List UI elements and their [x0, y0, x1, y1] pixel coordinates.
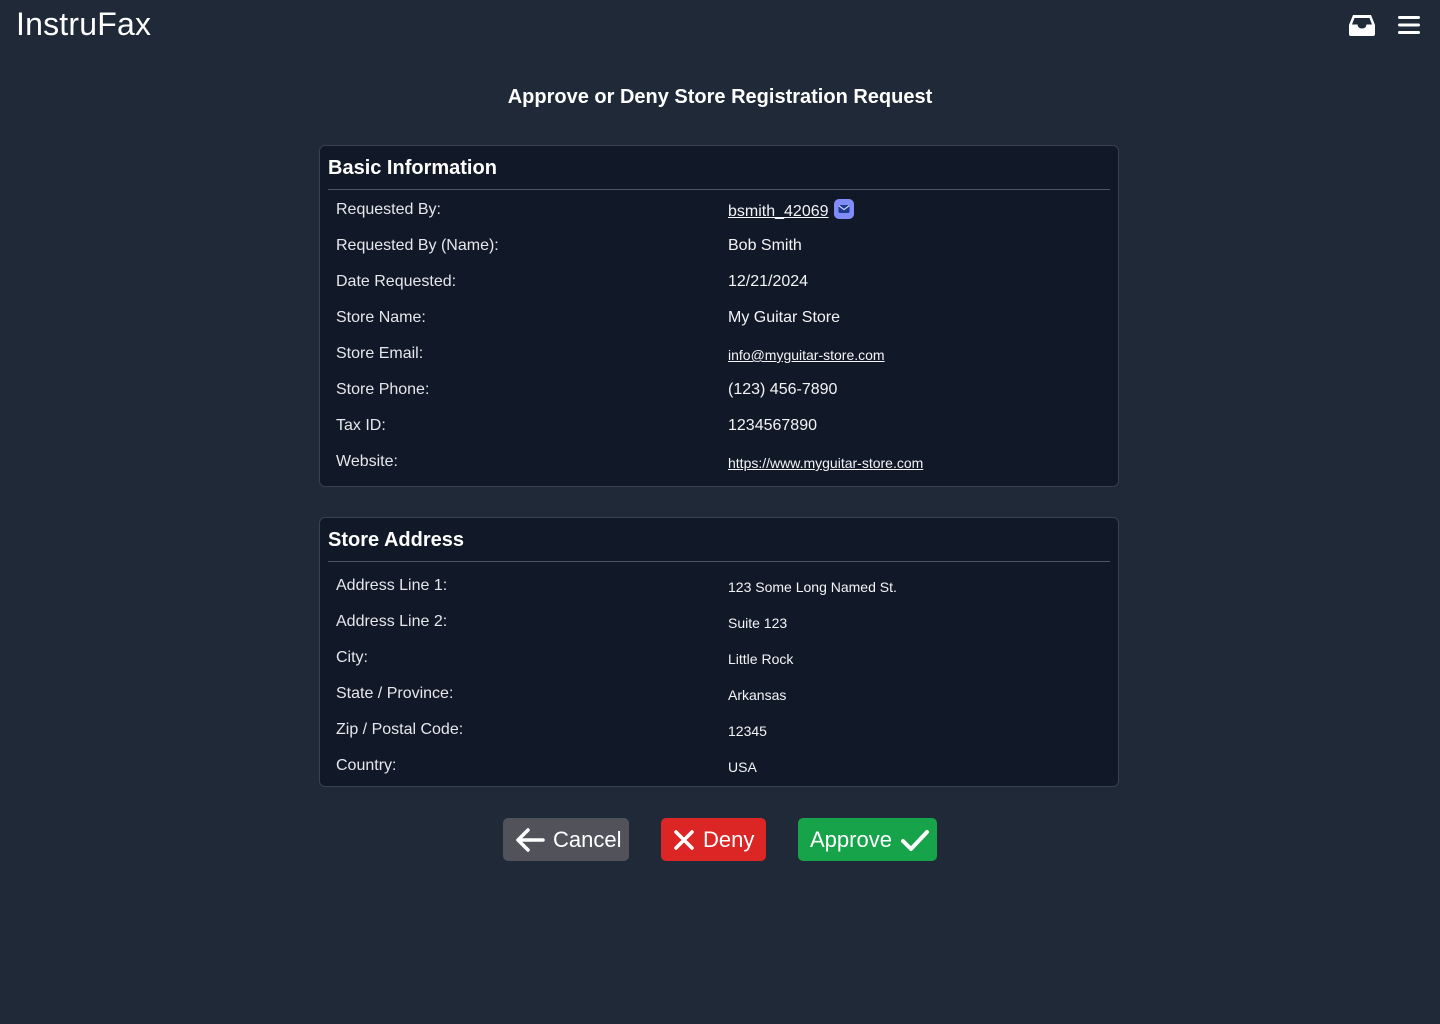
address-line1-row: Address Line 1: 123 Some Long Named St. — [320, 568, 1118, 604]
date-requested-value: 12/21/2024 — [728, 273, 809, 290]
requested-by-name-value: Bob Smith — [728, 237, 802, 254]
city-value: Little Rock — [728, 651, 794, 667]
requested-by-value: bsmith_42069 — [728, 199, 854, 221]
zip-row: Zip / Postal Code: 12345 — [320, 712, 1118, 748]
country-value: USA — [728, 759, 757, 775]
approve-button-label: Approve — [810, 826, 892, 852]
store-phone-row: Store Phone: (123) 456-7890 — [320, 372, 1118, 408]
deny-button[interactable]: Deny — [661, 818, 766, 861]
store-email-row: Store Email: info@myguitar-store.com — [320, 336, 1118, 372]
state-label: State / Province: — [336, 685, 454, 702]
requested-by-label: Requested By: — [336, 201, 441, 218]
website-label: Website: — [336, 453, 398, 470]
store-address-card: Store Address Address Line 1: 123 Some L… — [319, 517, 1119, 787]
x-icon — [674, 829, 694, 850]
address-line2-row: Address Line 2: Suite 123 — [320, 604, 1118, 640]
store-name-label: Store Name: — [336, 309, 426, 326]
requested-by-row: Requested By: bsmith_42069 — [320, 192, 1118, 228]
top-bar: InstruFax — [0, 0, 1440, 52]
address-line1-value: 123 Some Long Named St. — [728, 579, 897, 595]
cancel-button[interactable]: Cancel — [503, 818, 629, 861]
store-name-row: Store Name: My Guitar Store — [320, 300, 1118, 336]
message-user-icon[interactable] — [833, 199, 854, 219]
approve-button[interactable]: Approve — [798, 818, 937, 861]
address-line2-value: Suite 123 — [728, 615, 788, 631]
address-line1-label: Address Line 1: — [336, 577, 448, 594]
website-row: Website: https://www.myguitar-store.com — [320, 444, 1118, 480]
city-row: City: Little Rock — [320, 640, 1118, 676]
zip-value: 12345 — [728, 723, 767, 739]
requested-by-user-link[interactable]: bsmith_42069 — [728, 203, 829, 220]
requested-by-name-row: Requested By (Name): Bob Smith — [320, 228, 1118, 264]
date-requested-label: Date Requested: — [336, 273, 457, 290]
website-value: https://www.myguitar-store.com — [728, 455, 923, 471]
basic-information-heading: Basic Information — [328, 146, 1110, 190]
tax-id-value: 1234567890 — [728, 417, 817, 434]
country-label: Country: — [336, 757, 397, 774]
app-logo[interactable]: InstruFax — [16, 6, 151, 43]
tax-id-label: Tax ID: — [336, 417, 386, 434]
basic-information-card: Basic Information Requested By: bsmith_4… — [319, 145, 1119, 487]
hamburger-menu-icon[interactable] — [1396, 12, 1422, 38]
arrow-left-icon — [516, 827, 545, 852]
country-row: Country: USA — [320, 748, 1118, 784]
inbox-icon[interactable] — [1348, 12, 1376, 38]
checkmark-icon — [900, 829, 929, 851]
requested-by-name-label: Requested By (Name): — [336, 237, 499, 254]
deny-button-label: Deny — [703, 826, 755, 852]
tax-id-row: Tax ID: 1234567890 — [320, 408, 1118, 444]
city-label: City: — [336, 649, 368, 666]
store-phone-value: (123) 456-7890 — [728, 381, 838, 398]
state-row: State / Province: Arkansas — [320, 676, 1118, 712]
address-line2-label: Address Line 2: — [336, 613, 448, 630]
website-link[interactable]: https://www.myguitar-store.com — [728, 455, 923, 471]
store-name-value: My Guitar Store — [728, 309, 841, 326]
zip-label: Zip / Postal Code: — [336, 721, 464, 738]
store-email-label: Store Email: — [336, 345, 424, 362]
store-email-link[interactable]: info@myguitar-store.com — [728, 347, 885, 363]
store-email-value: info@myguitar-store.com — [728, 347, 885, 363]
date-requested-row: Date Requested: 12/21/2024 — [320, 264, 1118, 300]
page-title: Approve or Deny Store Registration Reque… — [507, 86, 933, 108]
store-phone-label: Store Phone: — [336, 381, 430, 398]
state-value: Arkansas — [728, 687, 787, 703]
cancel-button-label: Cancel — [553, 826, 622, 852]
store-address-heading: Store Address — [328, 518, 1110, 562]
